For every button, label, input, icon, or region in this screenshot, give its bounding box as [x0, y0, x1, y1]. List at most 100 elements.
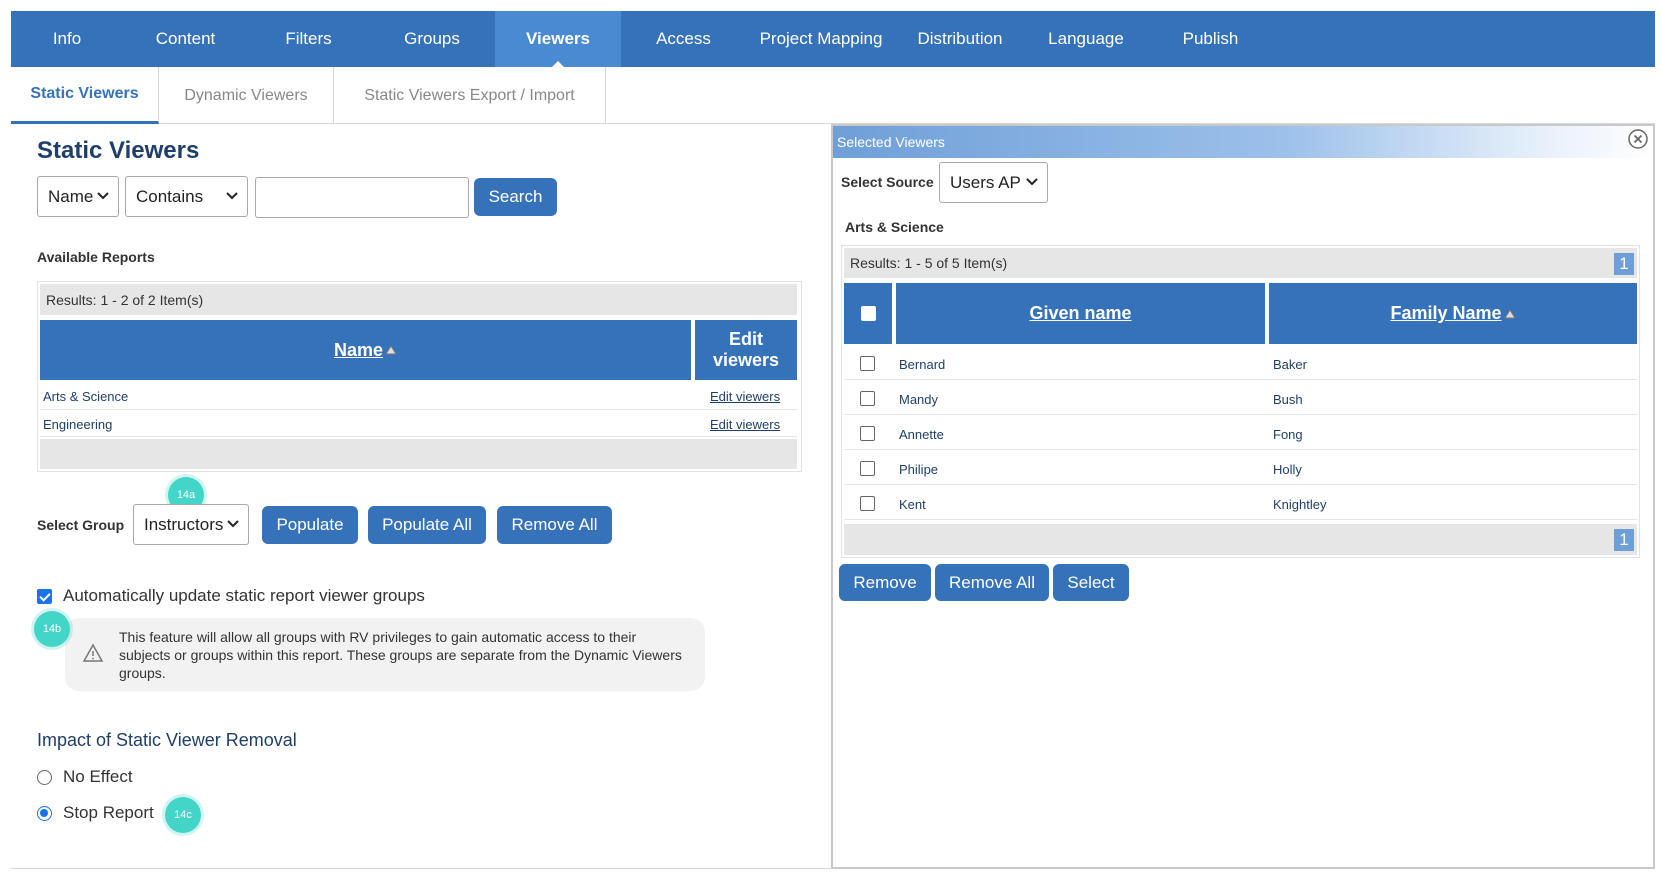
chevron-down-icon: [97, 192, 109, 200]
tab-viewers[interactable]: Viewers: [495, 11, 621, 67]
search-operator-value: Contains: [136, 186, 204, 206]
family-name-cell: Baker: [1273, 356, 1307, 372]
reports-results-bar: Results: 1 - 2 of 2 Item(s): [40, 284, 797, 315]
select-all-checkbox[interactable]: [860, 306, 876, 321]
available-reports-label: Available Reports: [37, 249, 155, 265]
chevron-down-icon: [226, 192, 238, 200]
tab-filters[interactable]: Filters: [248, 11, 369, 67]
sub-tabs: Static Viewers Dynamic Viewers Static Vi…: [11, 67, 1655, 124]
row-divider: [844, 379, 1637, 380]
source-select[interactable]: Users AP: [939, 162, 1048, 203]
bottom-divider: [11, 868, 831, 869]
stop-report-radio[interactable]: [37, 806, 52, 821]
remove-all-groups-button[interactable]: Remove All: [497, 506, 612, 544]
search-button[interactable]: Search: [474, 178, 557, 216]
callout-badge-14c: 14c: [165, 797, 201, 833]
family-name-cell: Knightley: [1273, 496, 1327, 512]
group-select-value: Instructors: [144, 514, 224, 534]
subtab-static-viewers[interactable]: Static Viewers: [11, 67, 159, 124]
report-name-cell: Arts & Science: [43, 388, 129, 404]
group-title: Arts & Science: [845, 219, 944, 235]
row-divider: [844, 449, 1637, 450]
subtab-dynamic-viewers[interactable]: Dynamic Viewers: [159, 67, 334, 124]
selected-viewers-title: Selected Viewers: [837, 134, 945, 150]
reports-results-text: Results: 1 - 2 of 2 Item(s): [46, 291, 204, 308]
remove-button[interactable]: Remove: [839, 564, 931, 601]
reports-footer-bar: [40, 439, 797, 469]
tab-groups[interactable]: Groups: [369, 11, 495, 67]
chevron-down-icon: [227, 520, 239, 528]
given-name-cell: Mandy: [899, 391, 939, 407]
top-nav: Info Content Filters Groups Viewers Acce…: [11, 11, 1655, 67]
given-name-cell: Bernard: [899, 356, 946, 372]
tab-publish[interactable]: Publish: [1148, 11, 1273, 67]
tab-access[interactable]: Access: [621, 11, 746, 67]
row-divider: [40, 436, 797, 437]
given-name-cell: Philipe: [899, 461, 939, 477]
row-checkbox[interactable]: [860, 496, 875, 511]
tab-language[interactable]: Language: [1024, 11, 1148, 67]
populate-all-button[interactable]: Populate All: [368, 506, 486, 544]
selected-viewers-header: Selected Viewers: [833, 126, 1653, 158]
edit-viewers-column-header: Edit viewers: [695, 320, 797, 380]
family-name-column-header[interactable]: Family Name: [1269, 283, 1637, 344]
page-button[interactable]: 1: [1614, 253, 1634, 275]
warning-icon: [82, 643, 104, 662]
row-checkbox[interactable]: [860, 391, 875, 406]
viewers-footer-bar: [844, 524, 1637, 555]
sort-ascending-icon: [385, 345, 397, 355]
viewers-results-text: Results: 1 - 5 of 5 Item(s): [850, 255, 1008, 271]
stop-report-label: Stop Report: [63, 803, 154, 822]
tab-info[interactable]: Info: [11, 11, 123, 67]
close-icon[interactable]: [1627, 128, 1649, 150]
edit-viewers-link[interactable]: Edit viewers: [710, 386, 780, 406]
auto-update-label: Automatically update static report viewe…: [63, 586, 425, 605]
edit-viewers-link[interactable]: Edit viewers: [710, 414, 780, 434]
remove-all-button[interactable]: Remove All: [935, 564, 1049, 601]
row-divider: [844, 414, 1637, 415]
family-name-cell: Holly: [1273, 461, 1302, 477]
name-column-label: Name: [333, 339, 384, 360]
auto-update-checkbox[interactable]: [37, 589, 52, 604]
chevron-down-icon: [1026, 178, 1038, 186]
group-select[interactable]: Instructors: [133, 504, 249, 545]
tab-content[interactable]: Content: [123, 11, 248, 67]
row-checkbox[interactable]: [860, 461, 875, 476]
no-effect-label: No Effect: [63, 767, 133, 786]
report-name-cell: Engineering: [43, 416, 113, 432]
given-name-column-header[interactable]: Given name: [896, 283, 1265, 344]
family-name-column-label: Family Name: [1390, 303, 1502, 323]
name-column-header[interactable]: Name: [40, 320, 691, 380]
callout-badge-14b: 14b: [34, 611, 70, 647]
search-input[interactable]: [255, 177, 469, 218]
search-operator-select[interactable]: Contains: [125, 176, 248, 217]
search-field-value: Name: [48, 186, 94, 206]
no-effect-radio[interactable]: [37, 770, 52, 785]
select-all-header: [844, 283, 892, 344]
given-name-column-label: Given name: [1029, 303, 1132, 323]
select-source-label: Select Source: [841, 174, 934, 190]
given-name-cell: Annette: [899, 426, 944, 442]
row-divider: [40, 409, 797, 410]
given-name-cell: Kent: [899, 496, 926, 512]
row-divider: [844, 519, 1637, 520]
subtab-export-import[interactable]: Static Viewers Export / Import: [334, 67, 606, 124]
family-name-cell: Fong: [1273, 426, 1303, 442]
populate-button[interactable]: Populate: [262, 506, 358, 544]
tab-project-mapping[interactable]: Project Mapping: [746, 11, 896, 67]
family-name-cell: Bush: [1273, 391, 1303, 407]
info-note-text: This feature will allow all groups with …: [119, 629, 682, 681]
source-select-value: Users AP: [950, 172, 1021, 192]
select-group-label: Select Group: [37, 517, 125, 533]
row-checkbox[interactable]: [860, 426, 875, 441]
select-button[interactable]: Select: [1053, 564, 1129, 601]
edit-viewers-column-label: Edit viewers: [712, 329, 780, 370]
row-divider: [844, 484, 1637, 485]
search-field-select[interactable]: Name: [37, 176, 119, 217]
tab-distribution[interactable]: Distribution: [896, 11, 1024, 67]
page-title: Static Viewers: [37, 137, 200, 164]
row-checkbox[interactable]: [860, 356, 875, 371]
impact-section-title: Impact of Static Viewer Removal: [37, 730, 297, 750]
sort-ascending-icon: [1503, 308, 1516, 318]
page-button[interactable]: 1: [1614, 529, 1634, 551]
